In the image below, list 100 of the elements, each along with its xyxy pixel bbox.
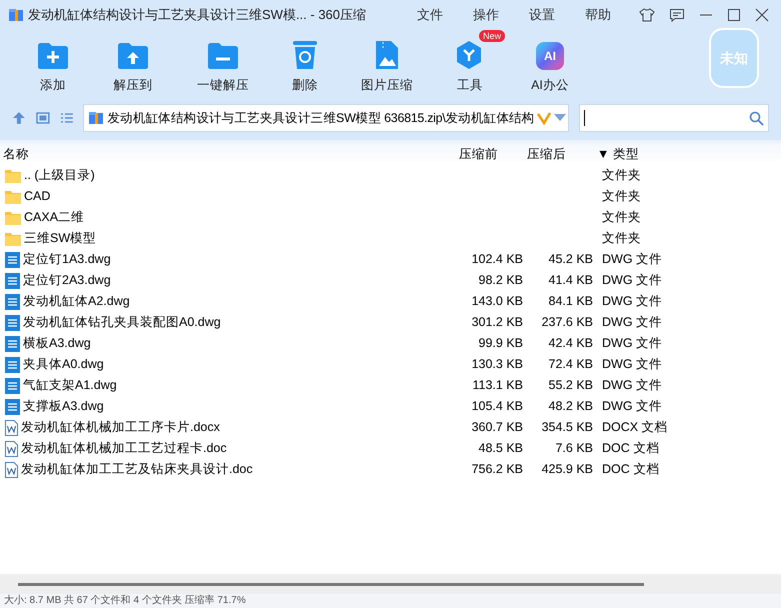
file-name[interactable]: 发动机缸体加工工艺及钻床夹具设计.doc xyxy=(21,460,253,479)
archive-icon xyxy=(88,110,104,126)
folder-icon xyxy=(5,232,21,246)
status-shield-badge: 未知 xyxy=(709,28,759,88)
file-name[interactable]: 气缸支架A1.dwg xyxy=(23,376,117,395)
menu-item[interactable]: 设置 xyxy=(529,5,555,25)
folder-minus-icon xyxy=(207,42,239,70)
folder-plus-icon xyxy=(37,42,69,70)
size-cell: 105.4 KB xyxy=(472,399,523,414)
horizontal-scrollbar[interactable] xyxy=(18,582,644,586)
size-cell: 48.5 KB xyxy=(478,441,523,456)
toolbar-button[interactable]: 添加 xyxy=(20,30,86,95)
word-document-icon xyxy=(5,420,18,436)
dropdown-caret-icon[interactable] xyxy=(554,114,566,122)
type-cell: 文件夹 xyxy=(602,168,641,182)
size-cell: 354.5 KB xyxy=(542,420,593,434)
size-cell: 55.2 KB xyxy=(548,378,593,392)
ai-logo: AI xyxy=(536,42,564,70)
status-text: 大小: 8.7 MB 共 67 个文件和 4 个文件夹 压缩率 71.7% xyxy=(4,595,246,607)
search-field[interactable] xyxy=(579,104,769,132)
size-cell: 143.0 KB xyxy=(472,294,523,308)
size-cell: 237.6 KB xyxy=(542,315,593,330)
close-icon[interactable] xyxy=(755,8,769,22)
column-header[interactable]: 压缩后 xyxy=(526,144,596,164)
menu-item[interactable]: 帮助 xyxy=(585,5,611,25)
type-cell: DWG 文件 xyxy=(602,315,662,330)
menu-item[interactable]: 操作 xyxy=(473,5,499,25)
size-cell: 84.1 KB xyxy=(548,294,593,308)
type-cell: DWG 文件 xyxy=(602,336,662,350)
recycle-bin-icon xyxy=(292,40,318,70)
size-cell: 102.4 KB xyxy=(472,252,523,266)
size-cell: 425.9 KB xyxy=(542,462,593,476)
size-cell: 301.2 KB xyxy=(472,315,523,330)
file-name[interactable]: CAD xyxy=(24,187,50,206)
drawing-file-icon xyxy=(5,294,20,310)
file-name[interactable]: 定位钉1A3.dwg xyxy=(23,250,111,269)
toolbar-button[interactable]: 删除 xyxy=(266,30,344,95)
file-name[interactable]: 发动机缸体钻孔夹具装配图A0.dwg xyxy=(23,313,221,332)
message-icon[interactable] xyxy=(669,7,685,23)
file-name[interactable]: .. (上级目录) xyxy=(24,166,95,185)
file-name[interactable]: CAXA二维 xyxy=(24,208,84,227)
file-name[interactable]: 定位钉2A3.dwg xyxy=(23,271,111,290)
type-cell: DWG 文件 xyxy=(602,252,662,266)
type-cell: DOC 文档 xyxy=(602,441,660,456)
file-name[interactable]: 夹具体A0.dwg xyxy=(23,355,104,374)
size-cell: 72.4 KB xyxy=(548,357,593,372)
size-cell: 41.4 KB xyxy=(548,273,593,288)
thumbnail-view-icon[interactable] xyxy=(36,111,50,125)
drawing-file-icon xyxy=(5,336,20,352)
size-cell: 45.2 KB xyxy=(548,252,593,266)
toolbar-button[interactable]: 一键解压 xyxy=(180,30,266,95)
size-cell: 7.6 KB xyxy=(555,441,593,456)
archive-icon xyxy=(8,7,24,23)
type-cell: DWG 文件 xyxy=(602,294,662,308)
search-icon[interactable] xyxy=(749,110,764,126)
maximize-icon[interactable] xyxy=(727,8,741,22)
list-view-icon[interactable] xyxy=(60,111,74,125)
type-cell: DOC 文档 xyxy=(602,462,660,476)
folder-icon xyxy=(5,190,21,204)
column-header[interactable]: ▼ 类型 xyxy=(596,144,781,164)
size-cell: 48.2 KB xyxy=(548,399,593,414)
drawing-file-icon xyxy=(5,252,20,268)
menu-item[interactable]: 文件 xyxy=(417,5,443,25)
size-cell: 113.1 KB xyxy=(472,378,523,392)
drawing-file-icon xyxy=(5,314,20,330)
size-cell: 130.3 KB xyxy=(472,357,523,372)
type-cell: 文件夹 xyxy=(602,189,641,204)
file-name[interactable]: 发动机缸体A2.dwg xyxy=(23,292,130,311)
shirt-icon[interactable] xyxy=(639,7,655,23)
up-arrow-icon[interactable] xyxy=(12,111,26,125)
size-cell: 42.4 KB xyxy=(548,336,593,350)
size-cell: 360.7 KB xyxy=(472,420,523,434)
toolbar-button[interactable]: AI AI办公 xyxy=(510,30,590,95)
check-icon xyxy=(537,111,552,125)
toolbar-button[interactable]: New 工具 xyxy=(430,30,510,95)
size-cell: 756.2 KB xyxy=(472,462,523,476)
drawing-file-icon xyxy=(5,378,20,394)
file-name[interactable]: 发动机缸体机械加工工序卡片.docx xyxy=(21,418,220,437)
address-path: 发动机缸体结构设计与工艺夹具设计三维SW模型 636815.zip\发动机缸体结构 xyxy=(107,110,534,127)
address-bar[interactable]: 发动机缸体结构设计与工艺夹具设计三维SW模型 636815.zip\发动机缸体结构 xyxy=(83,104,570,132)
folder-upload-icon xyxy=(117,42,149,70)
folder-icon xyxy=(5,210,21,224)
column-header[interactable]: 压缩前 xyxy=(456,144,526,164)
size-cell: 98.2 KB xyxy=(478,273,523,288)
drawing-file-icon xyxy=(5,398,20,414)
type-cell: 文件夹 xyxy=(602,231,641,246)
file-name[interactable]: 横板A3.dwg xyxy=(23,334,91,353)
size-cell: 99.9 KB xyxy=(478,336,523,350)
folder-icon xyxy=(5,168,21,182)
file-name[interactable]: 三维SW模型 xyxy=(24,229,96,248)
type-cell: DWG 文件 xyxy=(602,399,662,414)
type-cell: DWG 文件 xyxy=(602,357,662,372)
toolbar-button[interactable]: 图片压缩 xyxy=(344,30,430,95)
type-cell: DWG 文件 xyxy=(602,378,662,392)
file-name[interactable]: 支撑板A3.dwg xyxy=(23,397,104,416)
column-header[interactable]: 名称 xyxy=(0,144,456,164)
word-document-icon xyxy=(5,462,18,478)
file-name[interactable]: 发动机缸体机械加工工艺过程卡.doc xyxy=(21,439,227,458)
toolbar-button[interactable]: 解压到 xyxy=(86,30,180,95)
window-title: 发动机缸体结构设计与工艺夹具设计三维SW模... - 360压缩 xyxy=(28,6,366,24)
